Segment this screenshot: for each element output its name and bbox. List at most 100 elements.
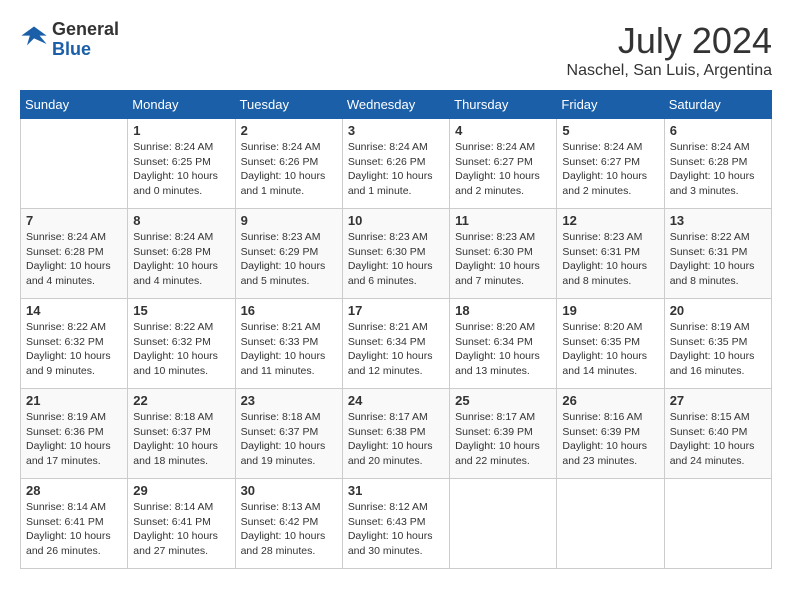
- day-content: Sunrise: 8:20 AMSunset: 6:34 PMDaylight:…: [455, 320, 551, 379]
- header-wednesday: Wednesday: [342, 91, 449, 119]
- day-number: 7: [26, 213, 122, 228]
- calendar-cell: 15 Sunrise: 8:22 AMSunset: 6:32 PMDayligh…: [128, 299, 235, 389]
- logo-general: General: [52, 19, 119, 39]
- calendar-cell: 9 Sunrise: 8:23 AMSunset: 6:29 PMDaylight…: [235, 209, 342, 299]
- calendar-cell: 19Sunrise: 8:20 AMSunset: 6:35 PMDayligh…: [557, 299, 664, 389]
- calendar-cell: 29 Sunrise: 8:14 AMSunset: 6:41 PMDayligh…: [128, 479, 235, 569]
- day-content: Sunrise: 8:19 AMSunset: 6:35 PMDaylight:…: [670, 320, 766, 379]
- calendar-cell: 31 Sunrise: 8:12 AMSunset: 6:43 PMDayligh…: [342, 479, 449, 569]
- day-content: Sunrise: 8:21 AMSunset: 6:33 PMDaylight:…: [241, 320, 337, 379]
- header-thursday: Thursday: [450, 91, 557, 119]
- header-friday: Friday: [557, 91, 664, 119]
- calendar-cell: 6 Sunrise: 8:24 AMSunset: 6:28 PMDaylight…: [664, 119, 771, 209]
- day-number: 19: [562, 303, 658, 318]
- calendar-cell: 30 Sunrise: 8:13 AMSunset: 6:42 PMDayligh…: [235, 479, 342, 569]
- calendar-cell: 16 Sunrise: 8:21 AMSunset: 6:33 PMDayligh…: [235, 299, 342, 389]
- day-number: 11: [455, 213, 551, 228]
- day-number: 13: [670, 213, 766, 228]
- calendar-week-row: 7 Sunrise: 8:24 AMSunset: 6:28 PMDaylight…: [21, 209, 772, 299]
- day-content: Sunrise: 8:18 AMSunset: 6:37 PMDaylight:…: [241, 410, 337, 469]
- calendar-cell: 2Sunrise: 8:24 AMSunset: 6:26 PMDaylight…: [235, 119, 342, 209]
- day-content: Sunrise: 8:17 AMSunset: 6:38 PMDaylight:…: [348, 410, 444, 469]
- title-block: July 2024 Naschel, San Luis, Argentina: [567, 20, 772, 80]
- header-tuesday: Tuesday: [235, 91, 342, 119]
- logo-blue: Blue: [52, 39, 91, 59]
- logo-text: General Blue: [52, 20, 119, 60]
- calendar-cell: 5Sunrise: 8:24 AMSunset: 6:27 PMDaylight…: [557, 119, 664, 209]
- day-number: 18: [455, 303, 551, 318]
- day-number: 3: [348, 123, 444, 138]
- calendar-table: SundayMondayTuesdayWednesdayThursdayFrid…: [20, 90, 772, 569]
- day-content: Sunrise: 8:22 AMSunset: 6:32 PMDaylight:…: [26, 320, 122, 379]
- day-content: Sunrise: 8:23 AMSunset: 6:30 PMDaylight:…: [348, 230, 444, 289]
- calendar-cell: 11 Sunrise: 8:23 AMSunset: 6:30 PMDayligh…: [450, 209, 557, 299]
- day-content: Sunrise: 8:23 AMSunset: 6:29 PMDaylight:…: [241, 230, 337, 289]
- logo-bird-icon: [20, 23, 48, 51]
- calendar-cell: 26 Sunrise: 8:16 AMSunset: 6:39 PMDayligh…: [557, 389, 664, 479]
- day-content: Sunrise: 8:24 AMSunset: 6:25 PMDaylight:…: [133, 140, 229, 199]
- calendar-week-row: 14Sunrise: 8:22 AMSunset: 6:32 PMDayligh…: [21, 299, 772, 389]
- day-content: Sunrise: 8:16 AMSunset: 6:39 PMDaylight:…: [562, 410, 658, 469]
- calendar-cell: 21Sunrise: 8:19 AMSunset: 6:36 PMDayligh…: [21, 389, 128, 479]
- calendar-cell: 23 Sunrise: 8:18 AMSunset: 6:37 PMDayligh…: [235, 389, 342, 479]
- day-number: 10: [348, 213, 444, 228]
- day-number: 4: [455, 123, 551, 138]
- calendar-cell: 4 Sunrise: 8:24 AMSunset: 6:27 PMDaylight…: [450, 119, 557, 209]
- calendar-week-row: 21Sunrise: 8:19 AMSunset: 6:36 PMDayligh…: [21, 389, 772, 479]
- calendar-cell: 20 Sunrise: 8:19 AMSunset: 6:35 PMDayligh…: [664, 299, 771, 389]
- calendar-cell: 1 Sunrise: 8:24 AMSunset: 6:25 PMDaylight…: [128, 119, 235, 209]
- calendar-cell: 18 Sunrise: 8:20 AMSunset: 6:34 PMDayligh…: [450, 299, 557, 389]
- day-content: Sunrise: 8:24 AMSunset: 6:27 PMDaylight:…: [455, 140, 551, 199]
- day-number: 31: [348, 483, 444, 498]
- day-number: 25: [455, 393, 551, 408]
- day-number: 15: [133, 303, 229, 318]
- calendar-cell: 27 Sunrise: 8:15 AMSunset: 6:40 PMDayligh…: [664, 389, 771, 479]
- day-number: 24: [348, 393, 444, 408]
- calendar-cell: 12Sunrise: 8:23 AMSunset: 6:31 PMDayligh…: [557, 209, 664, 299]
- day-content: Sunrise: 8:23 AMSunset: 6:31 PMDaylight:…: [562, 230, 658, 289]
- day-content: Sunrise: 8:24 AMSunset: 6:28 PMDaylight:…: [670, 140, 766, 199]
- calendar-cell: 3 Sunrise: 8:24 AMSunset: 6:26 PMDaylight…: [342, 119, 449, 209]
- calendar-cell: 7 Sunrise: 8:24 AMSunset: 6:28 PMDaylight…: [21, 209, 128, 299]
- calendar-cell: 14Sunrise: 8:22 AMSunset: 6:32 PMDayligh…: [21, 299, 128, 389]
- day-number: 5: [562, 123, 658, 138]
- day-content: Sunrise: 8:24 AMSunset: 6:28 PMDaylight:…: [26, 230, 122, 289]
- calendar-cell: [21, 119, 128, 209]
- calendar-cell: 13Sunrise: 8:22 AMSunset: 6:31 PMDayligh…: [664, 209, 771, 299]
- page-header: General Blue July 2024 Naschel, San Luis…: [20, 20, 772, 80]
- day-content: Sunrise: 8:24 AMSunset: 6:28 PMDaylight:…: [133, 230, 229, 289]
- day-content: Sunrise: 8:13 AMSunset: 6:42 PMDaylight:…: [241, 500, 337, 559]
- day-number: 27: [670, 393, 766, 408]
- day-content: Sunrise: 8:19 AMSunset: 6:36 PMDaylight:…: [26, 410, 122, 469]
- day-number: 28: [26, 483, 122, 498]
- calendar-cell: [664, 479, 771, 569]
- day-content: Sunrise: 8:14 AMSunset: 6:41 PMDaylight:…: [26, 500, 122, 559]
- day-content: Sunrise: 8:12 AMSunset: 6:43 PMDaylight:…: [348, 500, 444, 559]
- day-number: 29: [133, 483, 229, 498]
- calendar-cell: [557, 479, 664, 569]
- day-number: 16: [241, 303, 337, 318]
- day-content: Sunrise: 8:22 AMSunset: 6:32 PMDaylight:…: [133, 320, 229, 379]
- day-number: 26: [562, 393, 658, 408]
- calendar-cell: 25Sunrise: 8:17 AMSunset: 6:39 PMDayligh…: [450, 389, 557, 479]
- calendar-header-row: SundayMondayTuesdayWednesdayThursdayFrid…: [21, 91, 772, 119]
- day-number: 20: [670, 303, 766, 318]
- calendar-week-row: 1 Sunrise: 8:24 AMSunset: 6:25 PMDaylight…: [21, 119, 772, 209]
- day-number: 30: [241, 483, 337, 498]
- day-number: 1: [133, 123, 229, 138]
- day-content: Sunrise: 8:21 AMSunset: 6:34 PMDaylight:…: [348, 320, 444, 379]
- calendar-cell: 17 Sunrise: 8:21 AMSunset: 6:34 PMDayligh…: [342, 299, 449, 389]
- day-number: 23: [241, 393, 337, 408]
- day-number: 6: [670, 123, 766, 138]
- day-number: 17: [348, 303, 444, 318]
- calendar-cell: 22Sunrise: 8:18 AMSunset: 6:37 PMDayligh…: [128, 389, 235, 479]
- day-content: Sunrise: 8:15 AMSunset: 6:40 PMDaylight:…: [670, 410, 766, 469]
- day-content: Sunrise: 8:23 AMSunset: 6:30 PMDaylight:…: [455, 230, 551, 289]
- calendar-week-row: 28 Sunrise: 8:14 AMSunset: 6:41 PMDayligh…: [21, 479, 772, 569]
- logo: General Blue: [20, 20, 119, 60]
- day-number: 8: [133, 213, 229, 228]
- location-subtitle: Naschel, San Luis, Argentina: [567, 62, 772, 80]
- day-number: 9: [241, 213, 337, 228]
- day-content: Sunrise: 8:24 AMSunset: 6:26 PMDaylight:…: [348, 140, 444, 199]
- day-content: Sunrise: 8:14 AMSunset: 6:41 PMDaylight:…: [133, 500, 229, 559]
